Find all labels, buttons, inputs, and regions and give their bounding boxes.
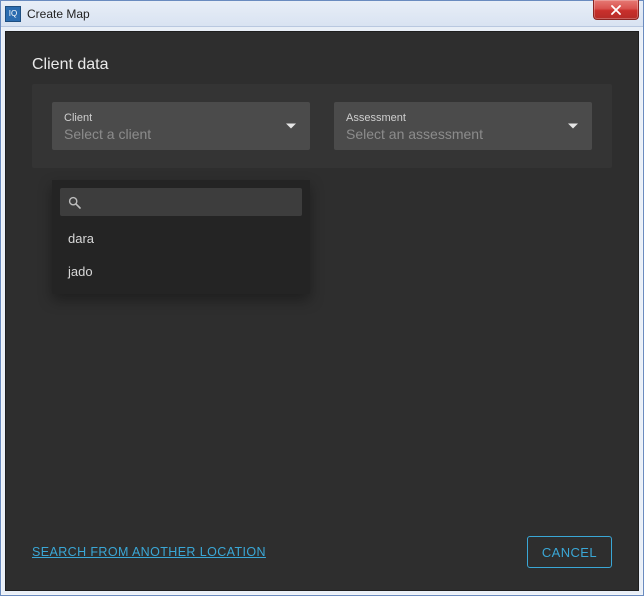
titlebar: IQ Create Map [1, 1, 643, 27]
search-another-location-link[interactable]: SEARCH FROM ANOTHER LOCATION [32, 545, 266, 559]
assessment-select-placeholder: Select an assessment [346, 126, 556, 143]
cancel-button[interactable]: CANCEL [527, 536, 612, 568]
search-icon [68, 196, 81, 209]
client-select-dropdown: dara jado [52, 180, 310, 294]
dropdown-search[interactable] [60, 188, 302, 216]
close-button[interactable] [593, 0, 639, 20]
chevron-down-icon [286, 124, 296, 129]
section-heading: Client data [32, 56, 612, 74]
content-panel: Client data Client Select a client Asses… [5, 31, 639, 591]
window-title: Create Map [27, 7, 90, 21]
chevron-down-icon [568, 124, 578, 129]
footer: SEARCH FROM ANOTHER LOCATION CANCEL [32, 536, 612, 568]
client-select-label: Client [64, 112, 274, 124]
close-icon [610, 5, 622, 15]
assessment-select[interactable]: Assessment Select an assessment [334, 102, 592, 150]
selects-card: Client Select a client Assessment Select… [32, 84, 612, 168]
client-option[interactable]: dara [60, 222, 302, 255]
client-select[interactable]: Client Select a client [52, 102, 310, 150]
window-frame: IQ Create Map Client data Client Select … [0, 0, 644, 596]
app-icon: IQ [5, 6, 21, 22]
assessment-select-label: Assessment [346, 112, 556, 124]
client-option[interactable]: jado [60, 255, 302, 288]
dropdown-search-input[interactable] [87, 195, 294, 210]
client-select-placeholder: Select a client [64, 126, 274, 143]
